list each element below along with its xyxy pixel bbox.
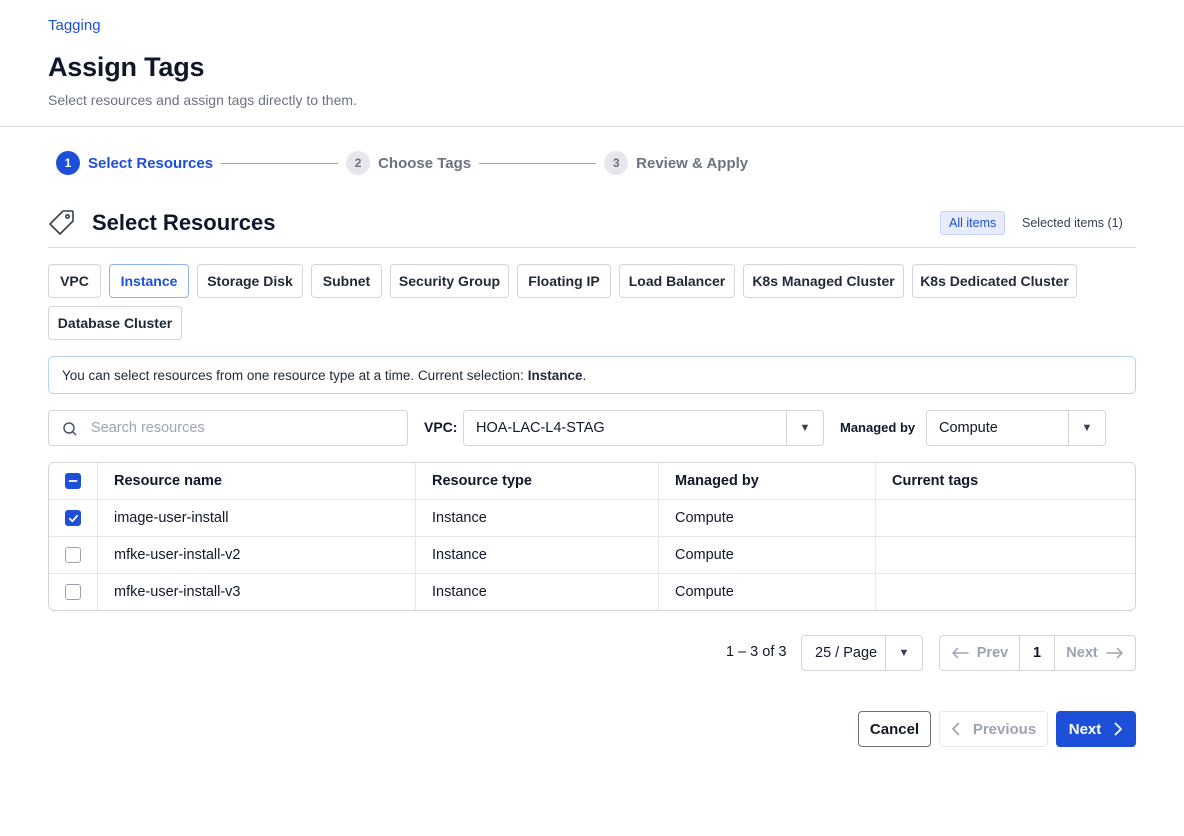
cell-managed-by: Compute [659, 500, 876, 536]
column-header-current-tags[interactable]: Current tags [876, 463, 1135, 499]
row-checkbox[interactable] [65, 510, 81, 526]
page-title: Assign Tags [48, 52, 205, 82]
all-items-toggle[interactable]: All items [940, 211, 1006, 235]
pager: Prev 1 Next [939, 635, 1136, 671]
cell-resource-type: Instance [416, 574, 659, 610]
section-title: Select Resources [92, 210, 276, 235]
managed-by-select-value: Compute [939, 420, 998, 436]
step-review-apply[interactable]: 3 Review & Apply [604, 151, 748, 175]
pager-next-button[interactable]: Next [1055, 636, 1135, 670]
step-connector [221, 162, 339, 164]
type-k8s-dedicated-cluster-button[interactable]: K8s Dedicated Cluster [912, 264, 1077, 298]
table-row[interactable]: mfke-user-install-v2 Instance Compute [49, 537, 1135, 574]
cell-current-tags [876, 500, 1135, 536]
arrow-left-icon [952, 647, 969, 659]
step-select-resources[interactable]: 1 Select Resources [56, 151, 213, 175]
page-subtitle: Select resources and assign tags directl… [48, 92, 357, 108]
row-checkbox[interactable] [65, 584, 81, 600]
row-select-cell [49, 500, 98, 536]
type-vpc-button[interactable]: VPC [48, 264, 101, 298]
managed-by-select[interactable]: Compute ▼ [926, 410, 1106, 446]
info-banner: You can select resources from one resour… [48, 356, 1136, 394]
pager-next-label: Next [1066, 645, 1098, 661]
step-label: Review & Apply [636, 154, 749, 172]
chevron-left-icon [952, 722, 960, 736]
type-k8s-managed-cluster-button[interactable]: K8s Managed Cluster [743, 264, 904, 298]
pager-prev-button[interactable]: Prev [940, 636, 1020, 670]
chevron-down-icon[interactable]: ▼ [786, 411, 823, 445]
info-suffix: . [582, 367, 587, 383]
pagination-range: 1 – 3 of 3 [726, 644, 787, 660]
cell-resource-type: Instance [416, 537, 659, 573]
cell-resource-name: image-user-install [98, 500, 416, 536]
selected-items-toggle[interactable]: Selected items (1) [1014, 211, 1131, 235]
cell-resource-name: mfke-user-install-v2 [98, 537, 416, 573]
type-security-group-button[interactable]: Security Group [390, 264, 509, 298]
type-subnet-button[interactable]: Subnet [311, 264, 382, 298]
vpc-label: VPC: [424, 419, 458, 435]
search-box [48, 410, 408, 446]
chevron-right-icon [1114, 722, 1123, 736]
table-row[interactable]: mfke-user-install-v3 Instance Compute [49, 574, 1135, 610]
step-connector [479, 162, 597, 164]
cell-managed-by: Compute [659, 574, 876, 610]
info-text: You can select resources from one resour… [62, 367, 524, 383]
cell-resource-name: mfke-user-install-v3 [98, 574, 416, 610]
arrow-right-icon [1105, 647, 1123, 659]
resources-table: Resource name Resource type Managed by C… [48, 462, 1136, 611]
cancel-button[interactable]: Cancel [858, 711, 931, 747]
previous-button-label: Previous [972, 720, 1037, 738]
vpc-select[interactable]: HOA-LAC-L4-STAG ▼ [463, 410, 824, 446]
pager-prev-label: Prev [976, 645, 1009, 661]
chevron-down-icon[interactable]: ▼ [1068, 411, 1105, 445]
previous-button[interactable]: Previous [939, 711, 1048, 747]
stepper: 1 Select Resources 2 Choose Tags 3 Revie… [56, 151, 748, 175]
header-divider [0, 126, 1184, 127]
select-all-cell [49, 463, 98, 499]
column-header-managed-by[interactable]: Managed by [659, 463, 876, 499]
step-label: Choose Tags [378, 154, 472, 172]
select-all-checkbox[interactable] [65, 473, 81, 489]
column-header-resource-type[interactable]: Resource type [416, 463, 659, 499]
next-button[interactable]: Next [1056, 711, 1136, 747]
vpc-select-value: HOA-LAC-L4-STAG [476, 420, 605, 436]
row-select-cell [49, 537, 98, 573]
section-header: Select Resources All items Selected item… [48, 206, 1136, 248]
minus-icon [68, 480, 78, 482]
page-size-select[interactable]: 25 / Page ▼ [801, 635, 923, 671]
cell-resource-type: Instance [416, 500, 659, 536]
step-number: 3 [604, 151, 629, 175]
row-select-cell [49, 574, 98, 610]
type-storage-disk-button[interactable]: Storage Disk [197, 264, 303, 298]
cell-current-tags [876, 574, 1135, 610]
table-row[interactable]: image-user-install Instance Compute [49, 500, 1135, 537]
step-choose-tags[interactable]: 2 Choose Tags [346, 151, 471, 175]
type-load-balancer-button[interactable]: Load Balancer [619, 264, 735, 298]
chevron-down-icon[interactable]: ▼ [885, 636, 922, 670]
table-header-row: Resource name Resource type Managed by C… [49, 463, 1135, 500]
column-header-resource-name[interactable]: Resource name [98, 463, 416, 499]
next-button-label: Next [1068, 720, 1102, 738]
type-floating-ip-button[interactable]: Floating IP [517, 264, 611, 298]
step-number: 2 [346, 151, 371, 175]
breadcrumb[interactable]: Tagging [48, 17, 101, 34]
tag-icon [49, 210, 74, 235]
info-selection: Instance [527, 367, 583, 383]
step-label: Select Resources [88, 154, 214, 172]
cell-current-tags [876, 537, 1135, 573]
row-checkbox[interactable] [65, 547, 81, 563]
page-size-value: 25 / Page [815, 645, 878, 661]
search-input[interactable] [89, 411, 399, 445]
cell-managed-by: Compute [659, 537, 876, 573]
type-instance-button[interactable]: Instance [109, 264, 189, 298]
type-database-cluster-button[interactable]: Database Cluster [48, 306, 182, 340]
check-icon [68, 514, 78, 522]
managed-by-label: Managed by [840, 420, 916, 435]
pager-current-page[interactable]: 1 [1020, 636, 1055, 670]
search-icon [63, 422, 77, 436]
step-number: 1 [56, 151, 80, 175]
